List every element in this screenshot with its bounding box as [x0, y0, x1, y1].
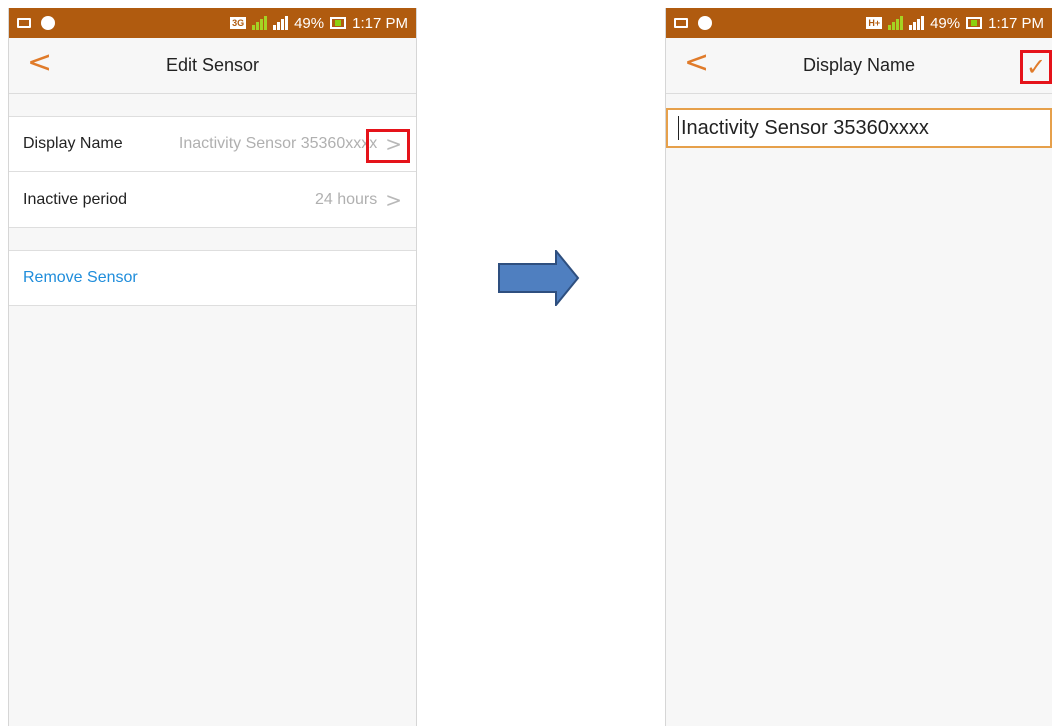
- text-cursor: [678, 116, 679, 140]
- network-type-icon: H+: [866, 17, 883, 29]
- transition-arrow-icon: [498, 250, 580, 306]
- back-chevron-icon[interactable]: <: [684, 48, 709, 78]
- display-name-row[interactable]: Display Name Inactivity Sensor 35360xxxx…: [9, 116, 416, 172]
- display-name-screen: H+ 49% 1:17 PM < Display Name ✓ Inactivi…: [665, 8, 1052, 726]
- inactive-period-label: Inactive period: [23, 190, 128, 208]
- signal-sim2-icon: [909, 16, 925, 30]
- page-title: Edit Sensor: [165, 55, 260, 75]
- inactive-period-row[interactable]: Inactive period 24 hours >: [9, 172, 416, 228]
- chevron-right-icon[interactable]: >: [385, 188, 402, 212]
- status-bar: H+ 49% 1:17 PM: [666, 8, 1052, 38]
- display-name-value: Inactivity Sensor 35360xxxx: [178, 135, 378, 152]
- display-name-input-value: Inactivity Sensor 35360xxxx: [681, 116, 929, 139]
- remove-sensor-button[interactable]: Remove Sensor: [23, 269, 138, 287]
- page-title: Display Name: [802, 55, 916, 75]
- back-chevron-icon[interactable]: <: [27, 48, 52, 78]
- status-bar: 3G 49% 1:17 PM: [9, 8, 416, 38]
- battery-charging-icon: [330, 17, 347, 29]
- navigation-bar: < Display Name ✓: [666, 38, 1052, 94]
- battery-percent: 49%: [930, 14, 961, 32]
- stage: 3G 49% 1:17 PM < Edit Sensor Display Nam…: [0, 0, 1052, 726]
- gallery-notification-icon: [674, 18, 688, 28]
- signal-sim1-icon: [888, 16, 904, 30]
- inactive-period-value: 24 hours: [314, 190, 378, 208]
- signal-sim2-icon: [273, 16, 289, 30]
- clock: 1:17 PM: [352, 14, 408, 32]
- confirm-check-icon[interactable]: ✓: [1020, 50, 1052, 84]
- edit-sensor-screen: 3G 49% 1:17 PM < Edit Sensor Display Nam…: [8, 8, 417, 726]
- highlight-box: [366, 129, 410, 163]
- navigation-bar: < Edit Sensor: [9, 38, 416, 94]
- remove-sensor-row[interactable]: Remove Sensor: [9, 250, 416, 306]
- clock: 1:17 PM: [988, 14, 1044, 32]
- display-name-input[interactable]: Inactivity Sensor 35360xxxx: [666, 108, 1052, 148]
- signal-sim1-icon: [252, 16, 268, 30]
- gallery-notification-icon: [17, 18, 31, 28]
- battery-charging-icon: [966, 17, 983, 29]
- battery-percent: 49%: [294, 14, 325, 32]
- call-notification-icon: [41, 16, 55, 30]
- display-name-label: Display Name: [23, 135, 123, 152]
- call-notification-icon: [698, 16, 712, 30]
- network-type-icon: 3G: [230, 17, 247, 29]
